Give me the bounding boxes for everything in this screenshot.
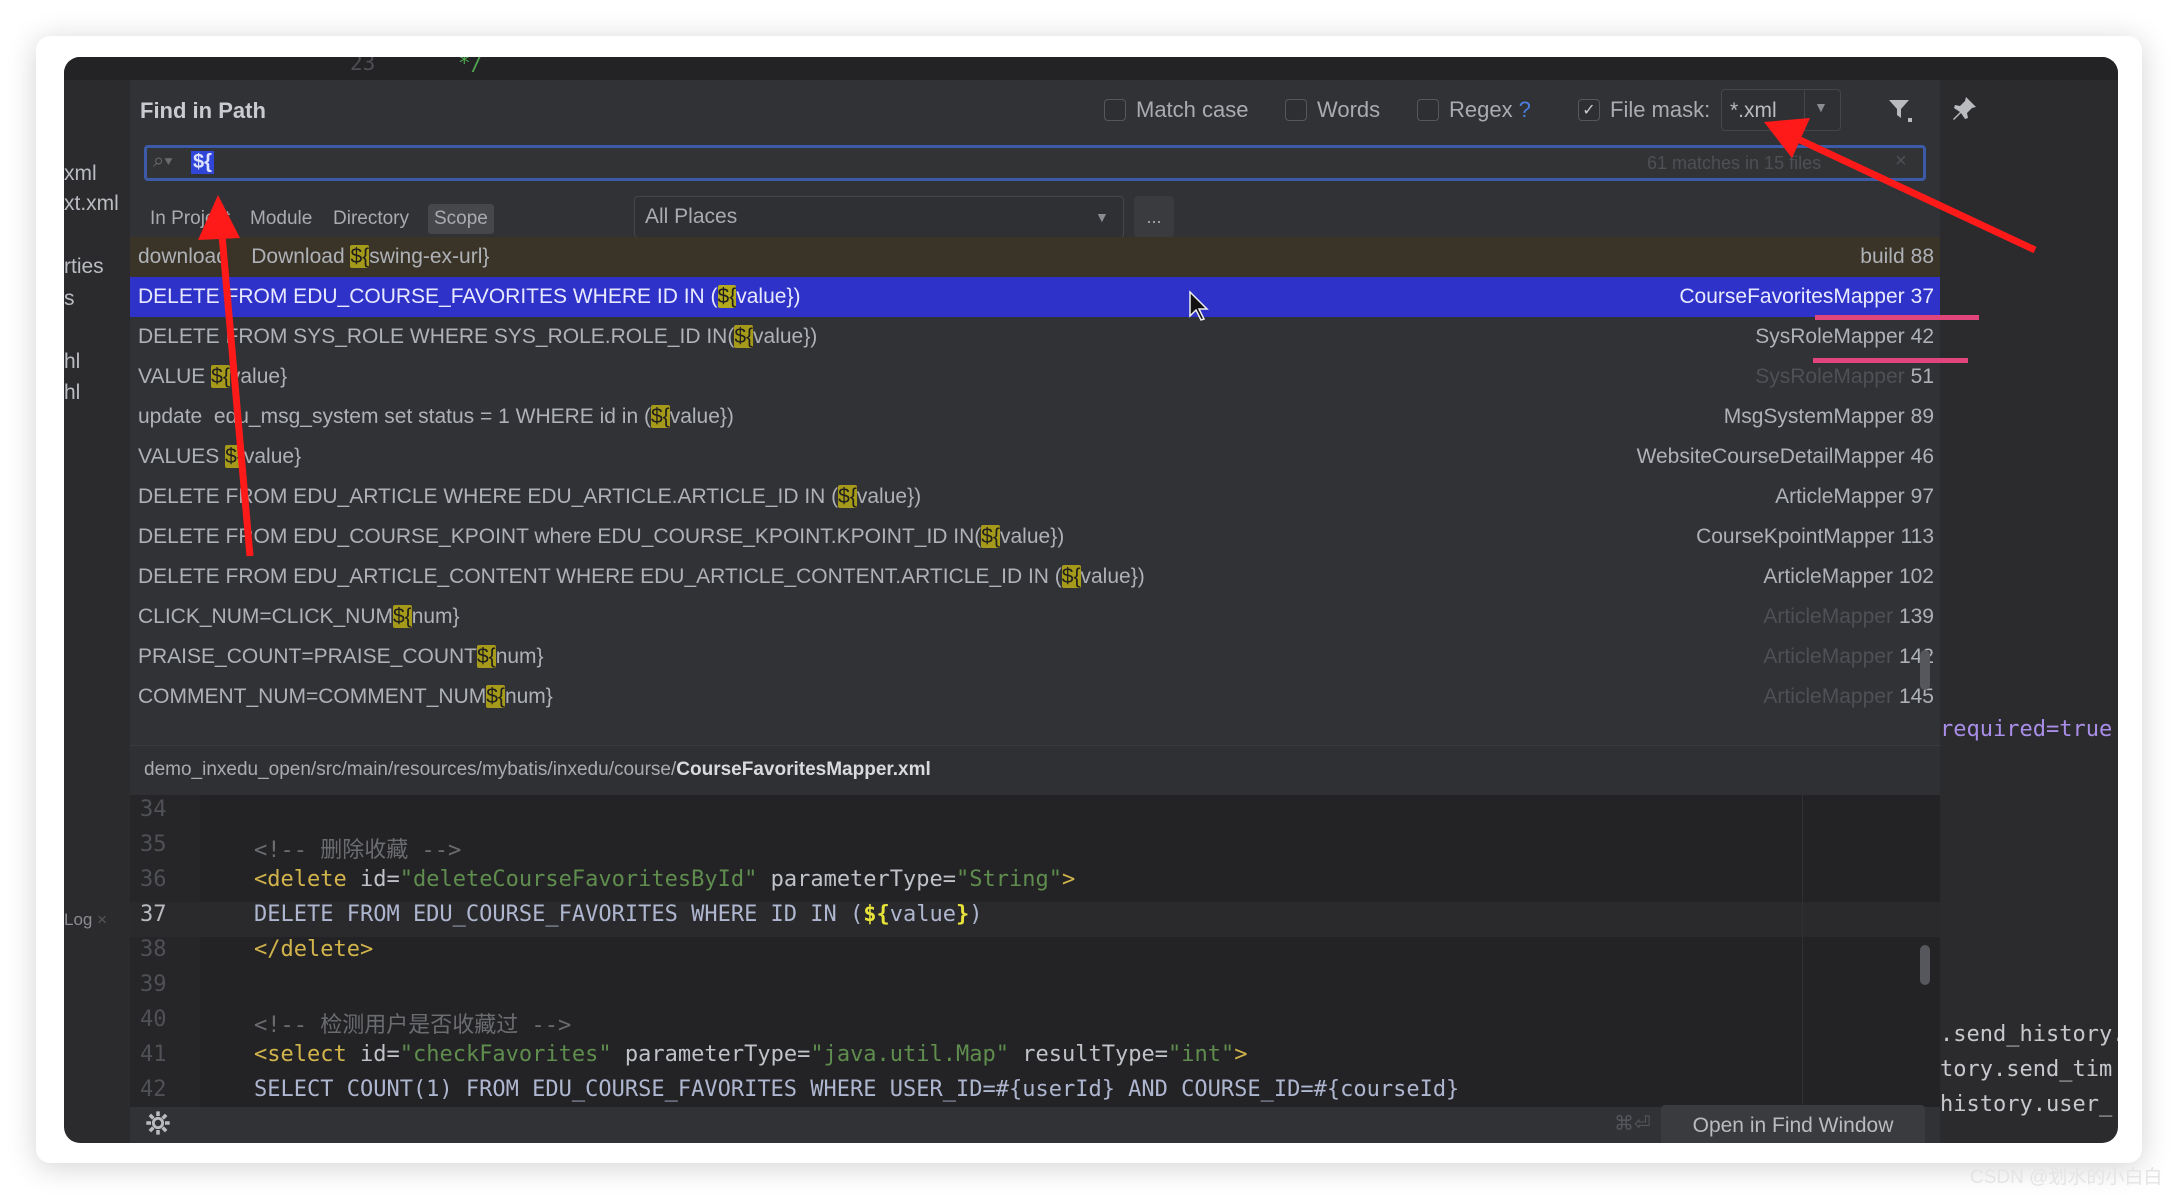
annotation-layer bbox=[198, 118, 2037, 557]
annotation-arrow-head bbox=[198, 195, 240, 240]
mouse-cursor-icon bbox=[1189, 290, 1209, 321]
annotation-underline bbox=[1815, 315, 1979, 320]
watermark: CSDN @划水的小白白 bbox=[1970, 1167, 2163, 1188]
annotation-arrow-shaft bbox=[218, 234, 254, 557]
annotation-arrow-shaft bbox=[1798, 136, 2037, 254]
annotation-underline bbox=[1813, 358, 1968, 363]
